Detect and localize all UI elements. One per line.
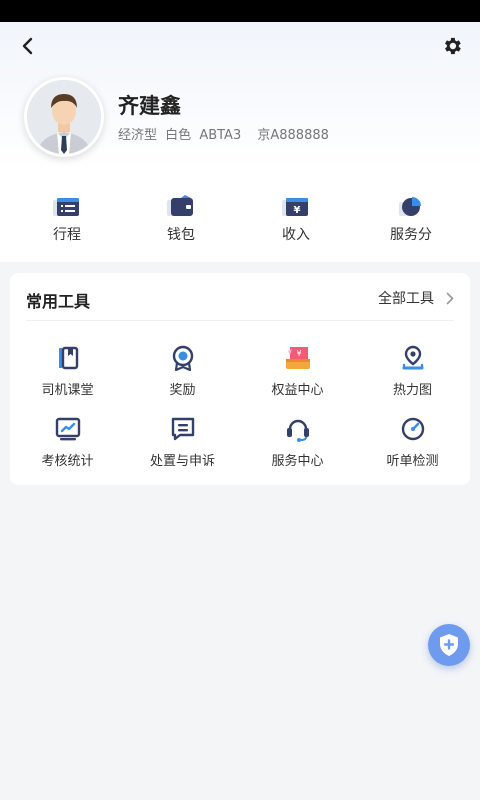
tools-title: 常用工具 [26, 292, 91, 311]
quick-action-income[interactable]: ¥ 收入 [246, 192, 346, 246]
quick-action-label: 行程 [53, 227, 81, 243]
gift-coupon-icon: ¥ [285, 347, 310, 369]
tool-label: 听单检测 [386, 454, 439, 469]
svg-text:¥: ¥ [296, 349, 301, 358]
tool-label: 热力图 [392, 383, 432, 398]
tool-label: 服务中心 [271, 454, 324, 469]
quick-action-label: 钱包 [167, 227, 195, 243]
settings-button[interactable] [440, 34, 464, 58]
tool-benefits-center[interactable]: ¥ 权益中心 [240, 345, 355, 401]
trend-chart-icon [55, 417, 80, 441]
person-avatar-icon [27, 80, 101, 154]
tool-label: 处置与申诉 [149, 454, 215, 469]
car-color: 白色 [165, 128, 192, 143]
headset-icon [286, 419, 309, 442]
tool-service-center[interactable]: 服务中心 [240, 416, 355, 472]
tool-label: 司机课堂 [41, 383, 94, 398]
safety-shield-button[interactable] [428, 624, 470, 666]
gear-icon [445, 37, 461, 55]
vehicle-info: 经济型 白色 ABTA3 京A888888 [118, 124, 333, 143]
pie-chart-icon [399, 197, 421, 216]
chevron-right-icon [446, 292, 454, 304]
quick-action-service-score[interactable]: 服务分 [361, 192, 461, 246]
tool-label: 考核统计 [41, 454, 94, 469]
location-pin-icon [402, 345, 423, 370]
car-model: ABTA3 [199, 128, 242, 143]
license-plate: 京A888888 [257, 128, 329, 143]
car-type: 经济型 [118, 128, 158, 143]
speedometer-icon [401, 417, 424, 441]
driver-name: 齐建鑫 [118, 94, 181, 118]
svg-text:¥: ¥ [294, 205, 301, 216]
tool-order-detection[interactable]: 听单检测 [355, 416, 470, 472]
quick-action-label: 服务分 [390, 227, 432, 243]
book-icon [58, 346, 78, 370]
tool-disposal-appeal[interactable]: 处置与申诉 [125, 416, 240, 472]
trip-list-icon [53, 198, 79, 216]
tool-rewards[interactable]: 奖励 [125, 345, 240, 401]
driver-avatar[interactable] [24, 77, 104, 157]
tool-heatmap[interactable]: 热力图 [355, 345, 470, 401]
all-tools-link[interactable]: 全部工具 [378, 288, 454, 308]
tool-label: 权益中心 [271, 383, 324, 398]
divider [26, 320, 454, 321]
chevron-left-icon [22, 37, 33, 55]
quick-action-wallet[interactable]: 钱包 [131, 192, 231, 246]
quick-action-trips[interactable]: 行程 [17, 192, 117, 246]
medal-icon [172, 345, 193, 371]
wallet-icon [167, 195, 193, 216]
all-tools-label: 全部工具 [378, 291, 434, 307]
status-bar [0, 0, 480, 22]
shield-plus-icon [440, 634, 458, 656]
tool-label: 奖励 [169, 383, 196, 398]
income-yuan-icon: ¥ [282, 198, 308, 216]
quick-action-label: 收入 [282, 227, 310, 243]
tool-driver-class[interactable]: 司机课堂 [10, 345, 125, 401]
back-button[interactable] [14, 34, 42, 58]
common-tools-card: 常用工具 全部工具 司机课堂 奖励 ¥ 权益中心 热力图 考核统计 处置与申诉 … [10, 273, 470, 485]
tool-assessment-stats[interactable]: 考核统计 [10, 416, 125, 472]
message-icon [171, 417, 194, 441]
